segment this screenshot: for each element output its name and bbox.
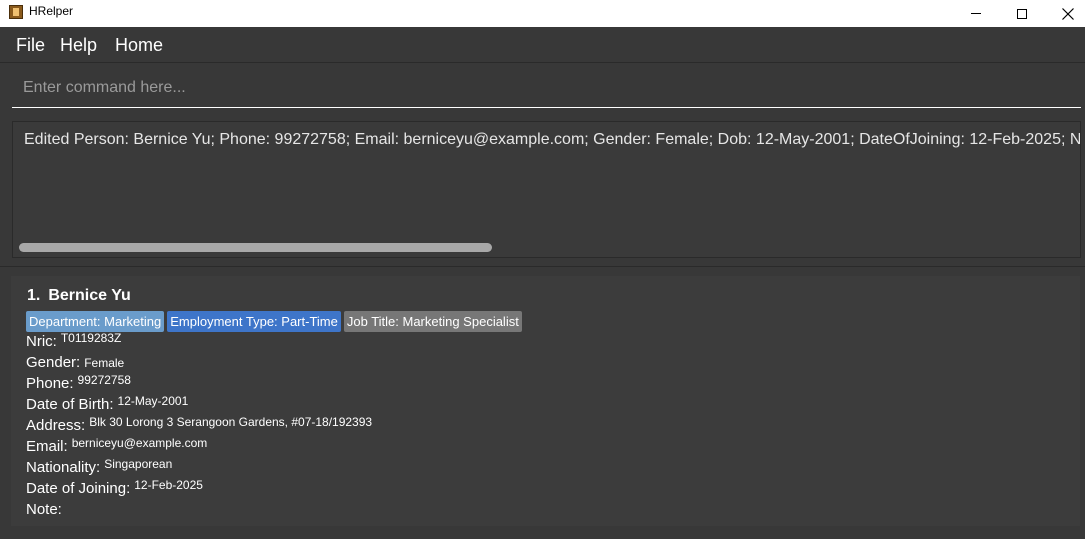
- menu-bar: File Help Home: [0, 27, 1085, 63]
- phone-value: 99272758: [77, 373, 131, 387]
- email-value: berniceyu@example.com: [71, 436, 208, 450]
- department-tag: Department: Marketing: [26, 311, 165, 332]
- close-button[interactable]: [1045, 0, 1085, 27]
- nationality-label: Nationality:: [26, 459, 101, 476]
- phone-label: Phone:: [26, 375, 74, 392]
- note-label: Note:: [26, 501, 62, 518]
- person-index: 1.: [27, 287, 41, 304]
- employment-type-tag: Employment Type: Part-Time: [167, 311, 341, 332]
- close-icon: [1062, 7, 1074, 20]
- address-field: Address: Blk 30 Lorong 3 Serangoon Garden…: [26, 415, 373, 435]
- title-bar: HRelper: [0, 0, 1085, 27]
- minimize-button[interactable]: [953, 0, 999, 27]
- doj-field: Date of Joining: 12-Feb-2025: [26, 478, 203, 498]
- result-text: Edited Person: Bernice Yu; Phone: 992727…: [24, 131, 1081, 148]
- scrollbar-thumb[interactable]: [19, 243, 492, 252]
- result-display: Edited Person: Bernice Yu; Phone: 992727…: [12, 121, 1081, 258]
- note-field: Note:: [26, 501, 66, 519]
- command-input[interactable]: [12, 69, 1081, 107]
- address-value: Blk 30 Lorong 3 Serangoon Gardens, #07-1…: [89, 415, 373, 429]
- window-title: HRelper: [29, 4, 74, 18]
- person-name-text: Bernice Yu: [48, 287, 131, 304]
- gender-field: Gender: Female: [26, 354, 124, 372]
- nric-label: Nric:: [26, 333, 57, 350]
- job-title-tag: Job Title: Marketing Specialist: [343, 311, 522, 332]
- email-field: Email: berniceyu@example.com: [26, 436, 208, 456]
- horizontal-scrollbar[interactable]: [17, 242, 1076, 254]
- doj-value: 12-Feb-2025: [134, 478, 203, 492]
- menu-home[interactable]: Home: [115, 35, 163, 56]
- command-box: [12, 69, 1081, 108]
- menu-help[interactable]: Help: [60, 35, 97, 56]
- person-list: 1. Bernice Yu Department: Marketing Emplo…: [0, 266, 1085, 539]
- nric-field: Nric: T0119283Z: [26, 331, 122, 351]
- nationality-field: Nationality: Singaporean: [26, 457, 173, 477]
- dob-value: 12-May-2001: [117, 394, 189, 408]
- dob-label: Date of Birth:: [26, 396, 114, 413]
- nric-value: T0119283Z: [60, 331, 122, 345]
- email-label: Email:: [26, 438, 68, 455]
- address-label: Address:: [26, 417, 86, 434]
- maximize-button[interactable]: [999, 0, 1045, 27]
- tag-list: Department: Marketing Employment Type: P…: [26, 311, 522, 332]
- app-icon: [9, 5, 23, 19]
- minimize-icon: [971, 13, 981, 14]
- person-card[interactable]: 1. Bernice Yu Department: Marketing Emplo…: [11, 276, 1080, 526]
- phone-field: Phone: 99272758: [26, 373, 131, 393]
- person-name: 1. Bernice Yu: [27, 287, 139, 305]
- doj-label: Date of Joining:: [26, 480, 131, 497]
- maximize-icon: [1017, 8, 1027, 19]
- gender-label: Gender:: [26, 354, 81, 371]
- nationality-value: Singaporean: [104, 457, 173, 471]
- menu-file[interactable]: File: [16, 35, 45, 56]
- dob-field: Date of Birth: 12-May-2001: [26, 394, 189, 414]
- gender-value: Female: [84, 356, 125, 370]
